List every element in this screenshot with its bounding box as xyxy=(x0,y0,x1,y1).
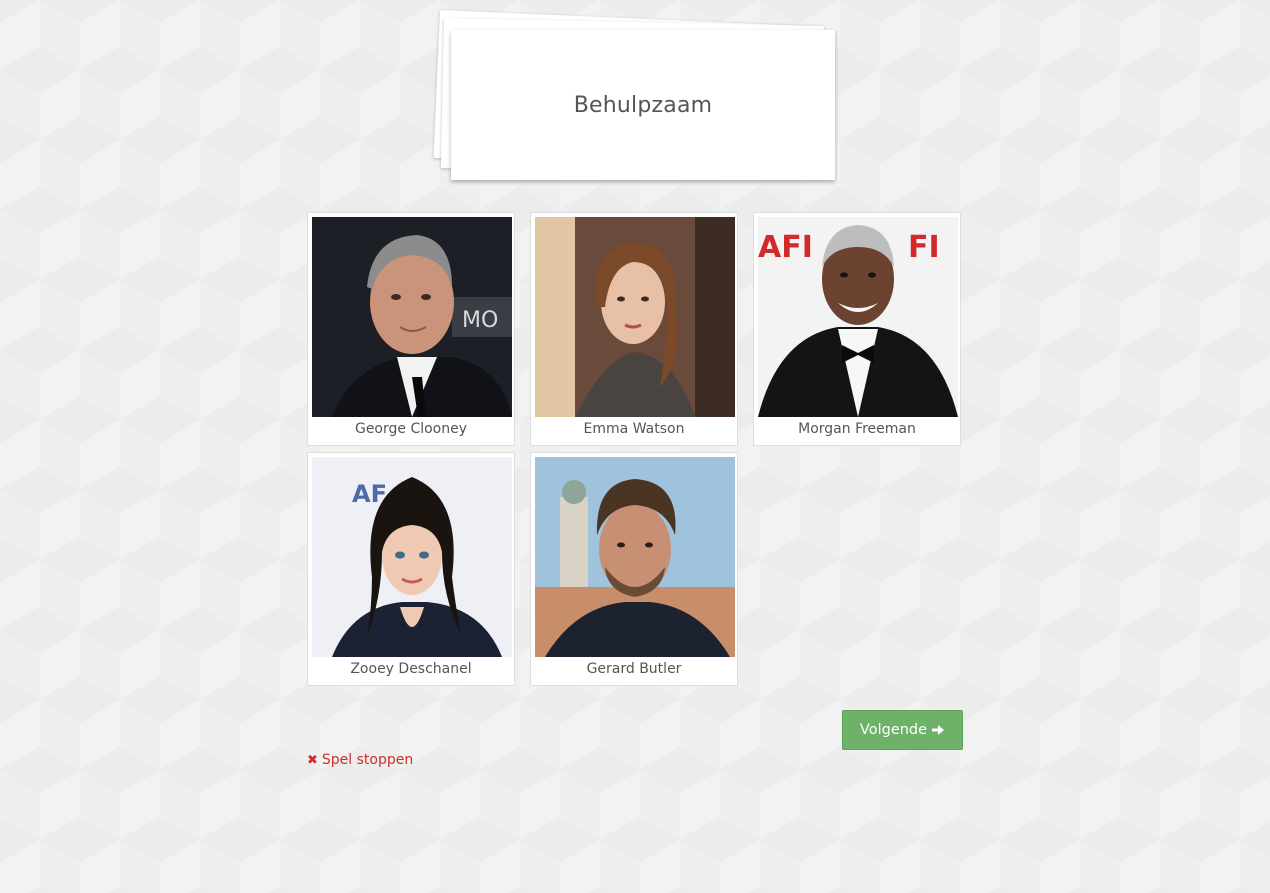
stop-game-label: Spel stoppen xyxy=(321,752,414,768)
stop-game-link[interactable]: ✖ Spel stoppen xyxy=(307,752,413,768)
next-button-label: Volgende xyxy=(859,722,928,738)
person-name: Emma Watson xyxy=(583,421,685,437)
arrow-right-icon xyxy=(931,723,945,737)
card-word: Behulpzaam xyxy=(573,92,713,118)
svg-text:MO: MO xyxy=(462,308,498,333)
person-name: Morgan Freeman xyxy=(798,421,916,437)
person-tile[interactable]: AF Zooey Deschanel xyxy=(307,452,515,686)
person-photo xyxy=(535,217,735,417)
svg-text:FI: FI xyxy=(908,230,940,265)
person-photo xyxy=(535,457,735,657)
next-button[interactable]: Volgende xyxy=(842,710,963,750)
person-tile[interactable]: Gerard Butler xyxy=(530,452,738,686)
person-tile[interactable]: MO George Clooney xyxy=(307,212,515,446)
person-tile[interactable]: AFI FI Morgan Freeman xyxy=(753,212,961,446)
person-photo: AF xyxy=(312,457,512,657)
person-name: Gerard Butler xyxy=(586,661,682,677)
person-photo: MO xyxy=(312,217,512,417)
person-photo: AFI FI xyxy=(758,217,958,417)
x-icon: ✖ xyxy=(307,752,318,768)
person-tile[interactable]: Emma Watson xyxy=(530,212,738,446)
person-name: Zooey Deschanel xyxy=(350,661,472,677)
word-card: Behulpzaam xyxy=(451,30,835,180)
word-card-stack: Behulpzaam xyxy=(430,8,840,188)
person-name: George Clooney xyxy=(354,421,468,437)
svg-text:AFI: AFI xyxy=(758,230,813,265)
